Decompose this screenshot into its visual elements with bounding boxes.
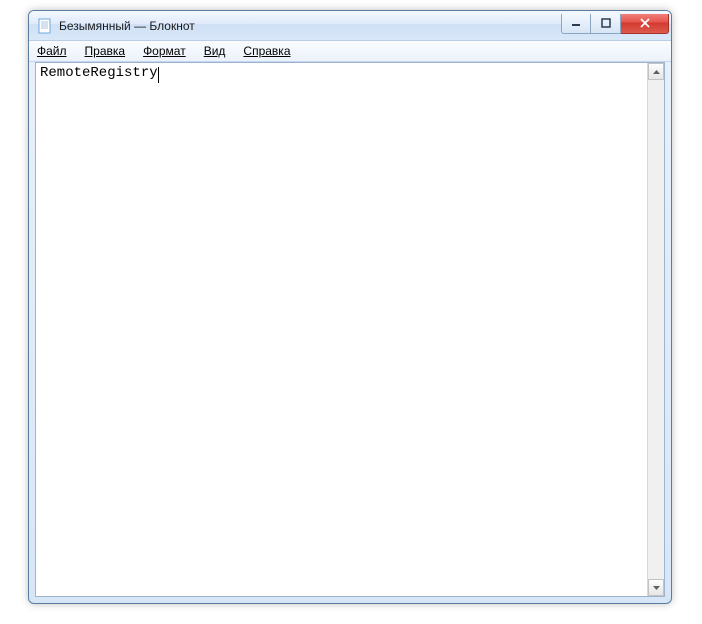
- maximize-button[interactable]: [591, 14, 621, 34]
- menu-file[interactable]: Файл: [33, 42, 71, 60]
- menubar: Файл Правка Формат Вид Справка: [29, 41, 671, 62]
- menu-format[interactable]: Формат: [139, 42, 190, 60]
- menu-help[interactable]: Справка: [239, 42, 294, 60]
- titlebar[interactable]: Безымянный — Блокнот: [29, 11, 671, 41]
- minimize-button[interactable]: [561, 14, 591, 34]
- menu-view[interactable]: Вид: [200, 42, 230, 60]
- scroll-up-button[interactable]: [648, 63, 664, 80]
- menu-edit[interactable]: Правка: [81, 42, 130, 60]
- chevron-up-icon: [653, 70, 660, 74]
- app-window: Безымянный — Блокнот Файл Правка Формат …: [28, 10, 672, 604]
- editor-content: RemoteRegistry: [40, 65, 158, 81]
- chevron-down-icon: [653, 586, 660, 590]
- text-editor[interactable]: RemoteRegistry: [36, 63, 647, 596]
- window-controls: [561, 14, 669, 34]
- client-area: RemoteRegistry: [35, 62, 665, 597]
- vertical-scrollbar[interactable]: [647, 63, 664, 596]
- window-title: Безымянный — Блокнот: [59, 19, 561, 33]
- close-button[interactable]: [621, 14, 669, 34]
- notepad-icon: [37, 18, 53, 34]
- text-caret: [158, 67, 159, 83]
- scroll-track[interactable]: [648, 80, 664, 579]
- scroll-down-button[interactable]: [648, 579, 664, 596]
